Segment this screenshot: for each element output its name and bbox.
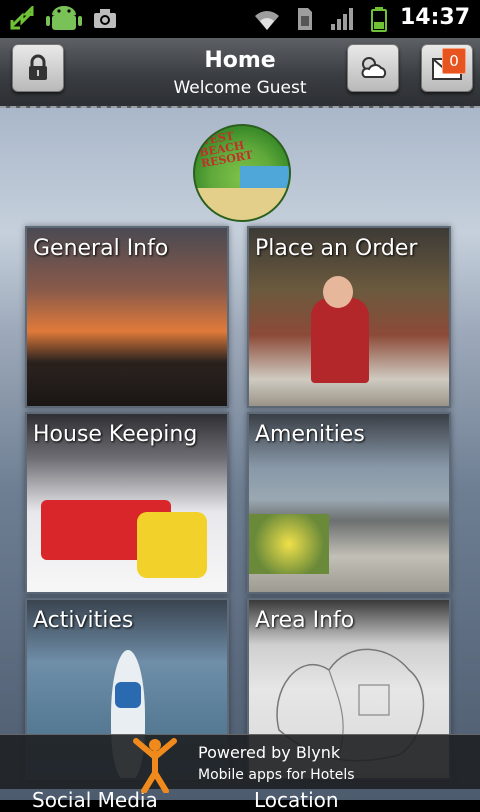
battery-icon [371, 7, 387, 32]
tile-location-partial[interactable]: Location [254, 788, 339, 812]
powered-by-banner[interactable]: Powered by Blynk Mobile apps for Hotels [0, 734, 480, 793]
tile-label: Area Info [255, 608, 355, 633]
tile-label: House Keeping [33, 422, 198, 447]
footer-line2: Mobile apps for Hotels [198, 767, 355, 783]
tile-house-keeping[interactable]: House Keeping [25, 412, 229, 594]
sim-card-icon [298, 8, 312, 30]
tile-label: General Info [33, 236, 169, 261]
android-debug-icon [46, 6, 82, 30]
clock: 14:37 [399, 5, 470, 30]
tile-amenities[interactable]: Amenities [247, 412, 451, 594]
footer-line1: Powered by Blynk [198, 743, 341, 762]
page-subtitle: Welcome Guest [173, 78, 307, 98]
blynk-figure-icon [133, 738, 177, 793]
weather-button[interactable] [347, 44, 399, 92]
tile-label: Activities [33, 608, 134, 633]
camera-icon [94, 9, 116, 28]
messages-button[interactable]: 0 [421, 44, 473, 92]
resort-logo: WEST BEACH RESORT [193, 124, 291, 222]
sync-arrows-icon [10, 6, 34, 30]
message-count-badge: 0 [442, 48, 466, 74]
status-bar: 14:37 [0, 0, 480, 38]
tile-label: Place an Order [255, 236, 418, 261]
signal-strength-icon [331, 8, 353, 30]
page-title: Home [204, 48, 276, 73]
tile-general-info[interactable]: General Info [25, 226, 229, 408]
tile-label: Amenities [255, 422, 365, 447]
wifi-icon [255, 11, 279, 30]
weather-icon [361, 57, 387, 78]
app-header: Home Welcome Guest 0 [0, 38, 480, 108]
tile-place-an-order[interactable]: Place an Order [247, 226, 451, 408]
